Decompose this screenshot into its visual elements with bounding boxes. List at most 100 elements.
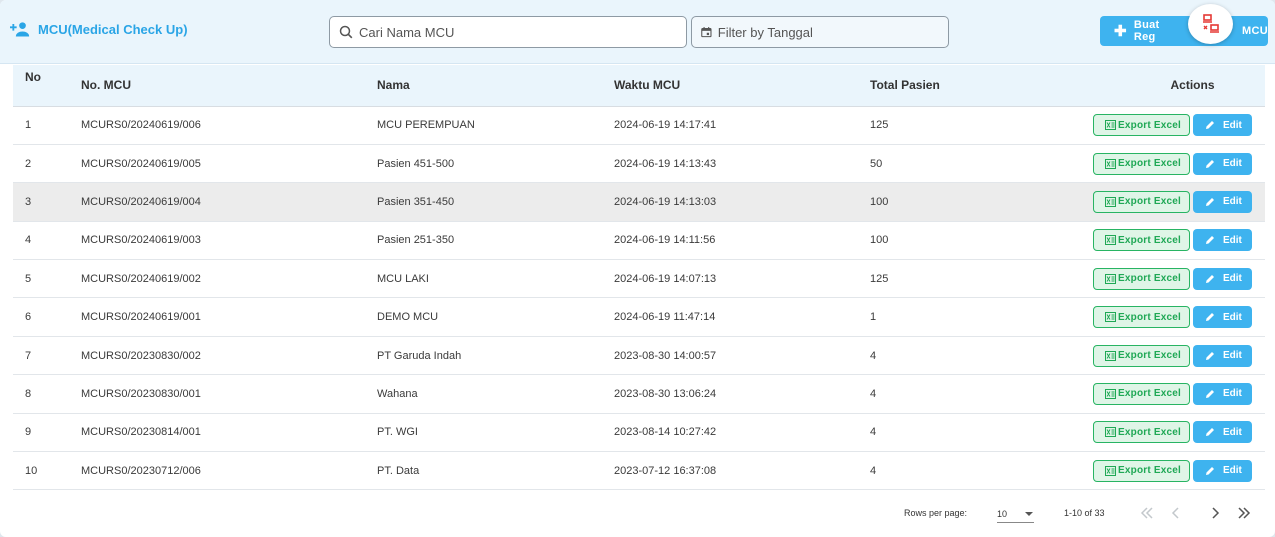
edit-label: Edit [1223,465,1242,477]
edit-label: Edit [1223,311,1242,323]
export-excel-button[interactable]: Export Excel [1093,152,1190,175]
last-page-button[interactable] [1236,505,1252,521]
cell-actions: Export Excel Edit [1060,221,1265,259]
column-header-waktu[interactable]: Waktu MCU [614,65,870,107]
cell-total-pasien: 4 [870,349,877,362]
edit-button[interactable]: Edit [1193,382,1252,405]
pencil-icon [1206,121,1214,130]
table-row[interactable]: 6 MCURS0/20240619/001 DEMO MCU 2024-06-19 1… [13,298,1265,337]
plus-icon: ✚ [1114,22,1127,40]
edit-button[interactable]: Edit [1193,306,1252,329]
cell-nama: DEMO MCU [377,311,439,324]
chevron-down-icon [1025,511,1033,516]
table-row[interactable]: 7 MCURS0/20230830/002 PT Garuda Indah 2023-… [13,336,1265,375]
excel-icon [1105,158,1117,169]
export-excel-button[interactable]: Export Excel [1093,229,1190,252]
table-row[interactable]: 9 MCURS0/20230814/001 PT. WGI 2023-08-14 10… [13,413,1265,452]
cell-actions: Export Excel Edit [1060,413,1265,451]
edit-button[interactable]: Edit [1193,229,1252,252]
table-row[interactable]: 3 MCURS0/20240619/004 Pasien 351-450 2024-0… [13,182,1265,222]
export-excel-label: Export Excel [1118,196,1181,208]
pencil-icon [1206,313,1214,322]
cell-total-pasien: 50 [870,157,883,170]
table-row[interactable]: 2 MCURS0/20240619/005 Pasien 451-500 2024-0… [13,144,1265,183]
cell-nama: PT. WGI [377,426,418,439]
export-excel-label: Export Excel [1118,119,1181,131]
cell-mcu-code: MCURS0/20240619/003 [81,234,201,247]
export-excel-button[interactable]: Export Excel [1093,421,1190,444]
cell-no: 9 [25,426,32,439]
cell-mcu-code: MCURS0/20230830/001 [81,387,201,400]
first-page-button[interactable] [1139,505,1155,521]
edit-button[interactable]: Edit [1193,421,1252,444]
cell-total-pasien: 4 [870,387,877,400]
pencil-icon [1206,428,1214,437]
first-page-icon [1140,507,1153,519]
cell-actions: Export Excel Edit [1060,106,1265,144]
new-mcu-button[interactable]: ✚ Buat Reg MCU [1100,16,1268,46]
edit-button[interactable]: Edit [1193,152,1252,175]
cell-no: 1 [25,119,32,132]
network-error-icon [1202,14,1219,33]
search-field[interactable] [329,16,687,48]
cell-waktu: 2023-08-14 10:27:42 [614,426,717,439]
export-excel-button[interactable]: Export Excel [1093,306,1190,329]
export-excel-button[interactable]: Export Excel [1093,382,1190,405]
export-excel-label: Export Excel [1118,465,1181,477]
column-header-no-mcu[interactable]: No. MCU [81,65,377,107]
cell-actions: Export Excel Edit [1060,452,1265,490]
table-row[interactable]: 5 MCURS0/20240619/002 MCU LAKI 2024-06-19 1… [13,260,1265,298]
export-excel-label: Export Excel [1118,426,1181,438]
cell-no: 10 [25,464,38,477]
column-header-no[interactable]: No [13,65,81,107]
cell-mcu-code: MCURS0/20240619/002 [81,272,201,285]
export-excel-button[interactable]: Export Excel [1093,190,1190,213]
date-filter-input[interactable] [717,24,948,40]
mcu-table: No No. MCU Nama Waktu MCU Total Pasien A… [13,65,1265,490]
rows-per-page-select[interactable]: 10 [997,505,1034,523]
cell-total-pasien: 1 [870,311,877,324]
cell-actions: Export Excel Edit [1060,183,1265,221]
date-filter-field[interactable] [691,16,949,48]
next-page-button[interactable] [1207,505,1223,521]
edit-button[interactable]: Edit [1193,114,1252,137]
cell-nama: Wahana [377,387,418,400]
column-header-total[interactable]: Total Pasien [870,65,1060,107]
top-bar: MCU(Medical Check Up) ✚ Buat Reg MCU [0,0,1275,64]
export-excel-label: Export Excel [1118,273,1181,285]
cell-mcu-code: MCURS0/20240619/004 [81,195,201,208]
export-excel-button[interactable]: Export Excel [1093,344,1190,367]
export-excel-button[interactable]: Export Excel [1093,267,1190,290]
export-excel-label: Export Excel [1118,311,1181,323]
cell-actions: Export Excel Edit [1060,260,1265,298]
search-input[interactable] [359,24,659,40]
table-row[interactable]: 4 MCURS0/20240619/003 Pasien 251-350 2024-0… [13,221,1265,260]
excel-icon [1105,312,1117,323]
table-row[interactable]: 10 MCURS0/20230712/006 PT. Data 2023-07-12 … [13,452,1265,490]
table-header-row: No No. MCU Nama Waktu MCU Total Pasien A… [13,65,1265,107]
edit-button[interactable]: Edit [1193,459,1252,482]
edit-label: Edit [1223,196,1242,208]
table-row[interactable]: 8 MCURS0/20230830/001 Wahana 2023-08-30 13:… [13,375,1265,414]
pagination: Rows per page: 10 1-10 of 33 [0,492,1275,534]
cell-no: 5 [25,272,32,285]
edit-label: Edit [1223,273,1242,285]
edit-button[interactable]: Edit [1193,190,1252,213]
page-range: 1-10 of 33 [1064,508,1105,518]
export-excel-button[interactable]: Export Excel [1093,114,1190,137]
cell-no: 4 [25,234,32,247]
app-frame: MCU(Medical Check Up) ✚ Buat Reg MCU [0,0,1275,537]
cell-nama: MCU PEREMPUAN [377,119,475,132]
column-header-nama[interactable]: Nama [377,65,614,107]
export-excel-label: Export Excel [1118,234,1181,246]
edit-label: Edit [1223,234,1242,246]
edit-button[interactable]: Edit [1193,344,1252,367]
network-status-button[interactable] [1188,4,1233,44]
export-excel-button[interactable]: Export Excel [1093,459,1190,482]
next-page-icon [1212,507,1220,519]
prev-page-button[interactable] [1168,505,1184,521]
cell-waktu: 2024-06-19 11:47:14 [614,311,716,324]
table-row[interactable]: 1 MCURS0/20240619/006 MCU PEREMPUAN 2024-06… [13,106,1265,145]
edit-button[interactable]: Edit [1193,267,1252,290]
cell-waktu: 2024-06-19 14:13:43 [614,157,717,170]
